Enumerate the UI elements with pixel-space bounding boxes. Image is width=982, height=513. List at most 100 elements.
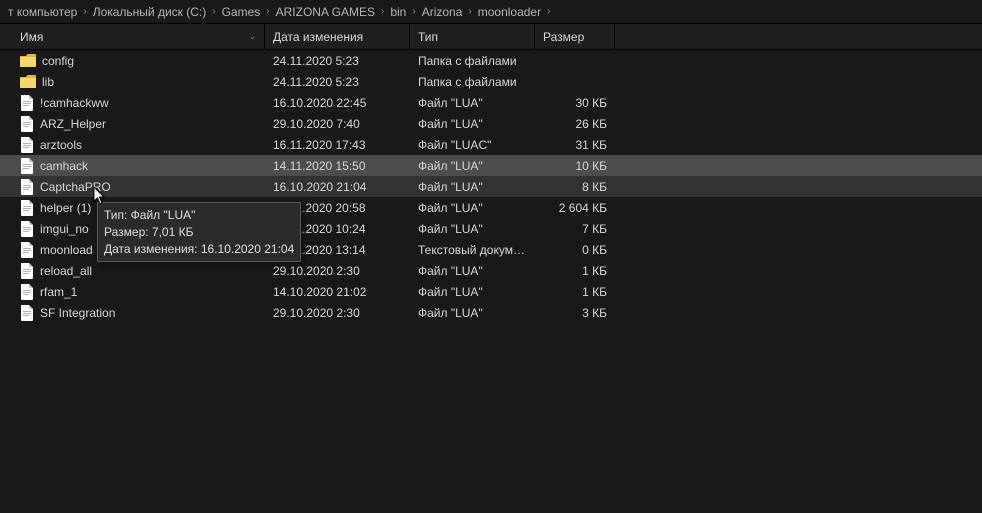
file-icon — [20, 116, 34, 132]
cell-size: 7 КБ — [535, 222, 615, 236]
cell-date: 29.10.2020 7:40 — [265, 117, 410, 131]
header-label: Дата изменения — [273, 30, 363, 44]
file-row[interactable]: camhack 14.11.2020 15:50Файл "LUA"10 КБ — [0, 155, 982, 176]
file-row[interactable]: SF Integration29.10.2020 2:30Файл "LUA"3… — [0, 302, 982, 323]
file-icon — [20, 242, 34, 258]
cell-size: 10 КБ — [535, 159, 615, 173]
breadcrumb-item[interactable]: moonloader — [476, 5, 543, 19]
folder-icon — [20, 54, 36, 67]
header-size[interactable]: Размер — [535, 24, 615, 49]
cell-type: Файл "LUA" — [410, 117, 535, 131]
file-name: imgui_no — [40, 222, 89, 236]
cell-size: 30 КБ — [535, 96, 615, 110]
header-label: Размер — [543, 30, 584, 44]
cell-date: 14.10.2020 21:02 — [265, 285, 410, 299]
cell-size: 26 КБ — [535, 117, 615, 131]
header-label: Имя — [20, 30, 43, 44]
file-row[interactable]: reload_all29.10.2020 2:30Файл "LUA"1 КБ — [0, 260, 982, 281]
header-name[interactable]: Имя ⌄ — [0, 24, 265, 49]
cell-type: Файл "LUA" — [410, 306, 535, 320]
breadcrumb-item[interactable]: Arizona — [420, 5, 465, 19]
file-row[interactable]: rfam_114.10.2020 21:02Файл "LUA"1 КБ — [0, 281, 982, 302]
chevron-right-icon: › — [83, 6, 86, 17]
tooltip-size: Размер: 7,01 КБ — [104, 224, 294, 241]
file-row[interactable]: config 24.11.2020 5:23Папка с файлами — [0, 50, 982, 71]
tooltip-date: Дата изменения: 16.10.2020 21:04 — [104, 241, 294, 258]
file-row[interactable]: !camhackww 16.10.2020 22:45Файл "LUA"30 К… — [0, 92, 982, 113]
file-icon — [20, 137, 34, 153]
file-name: lib — [42, 75, 54, 89]
chevron-right-icon: › — [412, 6, 415, 17]
file-icon — [20, 263, 34, 279]
cell-size: 0 КБ — [535, 243, 615, 257]
sort-indicator-icon: ⌄ — [248, 31, 256, 42]
file-icon — [20, 95, 34, 111]
cell-type: Файл "LUA" — [410, 201, 535, 215]
cell-type: Файл "LUA" — [410, 96, 535, 110]
cell-size: 1 КБ — [535, 264, 615, 278]
header-date[interactable]: Дата изменения — [265, 24, 410, 49]
cell-type: Папка с файлами — [410, 75, 535, 89]
file-name: config — [42, 54, 74, 68]
cell-type: Файл "LUA" — [410, 222, 535, 236]
file-row[interactable]: CaptchaPRO16.10.2020 21:04Файл "LUA"8 КБ — [0, 176, 982, 197]
file-name: CaptchaPRO — [40, 180, 111, 194]
cell-date: 14.11.2020 15:50 — [265, 159, 410, 173]
file-icon — [20, 158, 34, 174]
cell-type: Файл "LUA" — [410, 264, 535, 278]
file-name: helper (1) — [40, 201, 91, 215]
file-row[interactable]: ARZ_Helper 29.10.2020 7:40Файл "LUA"26 КБ — [0, 113, 982, 134]
file-icon — [20, 179, 34, 195]
file-name: moonload — [40, 243, 93, 257]
cell-name: rfam_1 — [0, 284, 265, 300]
breadcrumb-item[interactable]: Games — [220, 5, 263, 19]
breadcrumb-item[interactable]: т компьютер — [6, 5, 79, 19]
file-list: config 24.11.2020 5:23Папка с файлами lib 2… — [0, 50, 982, 323]
breadcrumb[interactable]: т компьютер › Локальный диск (C:) › Game… — [0, 0, 982, 24]
header-label: Тип — [418, 30, 438, 44]
file-name: rfam_1 — [40, 285, 77, 299]
file-row[interactable]: arztools 16.11.2020 17:43Файл "LUAC"31 КБ — [0, 134, 982, 155]
breadcrumb-item[interactable]: bin — [388, 5, 408, 19]
chevron-right-icon: › — [266, 6, 269, 17]
cell-date: 16.11.2020 17:43 — [265, 138, 410, 152]
cell-date: 29.10.2020 2:30 — [265, 264, 410, 278]
file-name: ARZ_Helper — [40, 117, 106, 131]
breadcrumb-item[interactable]: Локальный диск (C:) — [91, 5, 209, 19]
cell-date: 16.10.2020 22:45 — [265, 96, 410, 110]
cell-size: 8 КБ — [535, 180, 615, 194]
cell-name: camhack — [0, 158, 265, 174]
cell-date: 24.11.2020 5:23 — [265, 54, 410, 68]
tooltip-type: Тип: Файл "LUA" — [104, 207, 294, 224]
file-name: !camhackww — [40, 96, 109, 110]
cell-name: arztools — [0, 137, 265, 153]
header-type[interactable]: Тип — [410, 24, 535, 49]
cell-type: Файл "LUA" — [410, 159, 535, 173]
file-icon — [20, 221, 34, 237]
file-name: SF Integration — [40, 306, 115, 320]
file-icon — [20, 284, 34, 300]
chevron-right-icon: › — [547, 6, 550, 17]
file-icon — [20, 305, 34, 321]
cell-name: config — [0, 54, 265, 68]
column-headers: Имя ⌄ Дата изменения Тип Размер — [0, 24, 982, 50]
breadcrumb-item[interactable]: ARIZONA GAMES — [274, 5, 377, 19]
cell-name: SF Integration — [0, 305, 265, 321]
cell-type: Папка с файлами — [410, 54, 535, 68]
cell-name: lib — [0, 75, 265, 89]
cell-size: 3 КБ — [535, 306, 615, 320]
file-row[interactable]: lib 24.11.2020 5:23Папка с файлами — [0, 71, 982, 92]
cell-type: Текстовый докум… — [410, 243, 535, 257]
cell-size: 31 КБ — [535, 138, 615, 152]
cell-name: ARZ_Helper — [0, 116, 265, 132]
file-icon — [20, 200, 34, 216]
file-name: camhack — [40, 159, 88, 173]
chevron-right-icon: › — [212, 6, 215, 17]
cell-type: Файл "LUAC" — [410, 138, 535, 152]
cell-date: 16.10.2020 21:04 — [265, 180, 410, 194]
chevron-right-icon: › — [381, 6, 384, 17]
file-name: arztools — [40, 138, 82, 152]
cell-size: 1 КБ — [535, 285, 615, 299]
cell-date: 24.11.2020 5:23 — [265, 75, 410, 89]
folder-icon — [20, 75, 36, 88]
